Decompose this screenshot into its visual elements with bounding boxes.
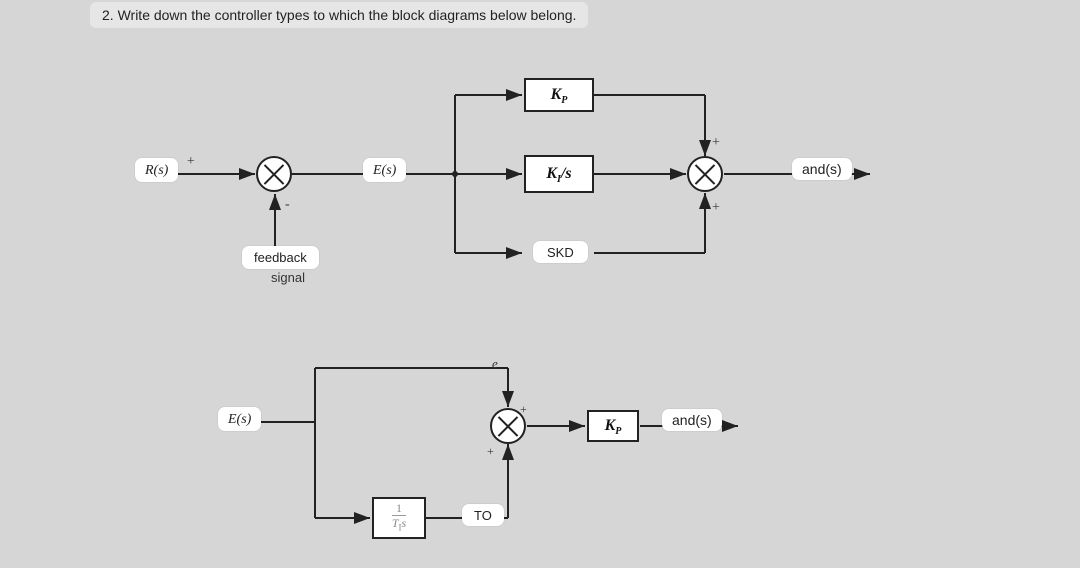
int-den-s: s bbox=[402, 516, 407, 530]
int-den-T: T bbox=[392, 516, 399, 530]
output-label-and-s-2: and(s) bbox=[662, 409, 722, 431]
diagram2-wires bbox=[0, 0, 1080, 568]
diagram-2: E(s) e + + 1 TIs TO KP and(s) bbox=[0, 0, 1080, 568]
block-integrator: 1 TIs bbox=[372, 497, 426, 539]
sum3-plus-bottom: + bbox=[487, 444, 494, 459]
branch-e-label: e bbox=[492, 356, 498, 372]
block-kp-2: KP bbox=[587, 410, 639, 442]
kp2-letter: K bbox=[605, 417, 616, 434]
int-num: 1 bbox=[392, 502, 406, 516]
output-and-s-2-text: and(s) bbox=[672, 412, 712, 428]
sum3-plus-top: + bbox=[520, 402, 527, 417]
to-label: TO bbox=[462, 504, 504, 526]
to-label-text: TO bbox=[474, 508, 492, 523]
input-es-2-text: E(s) bbox=[228, 412, 251, 427]
kp2-sub: P bbox=[615, 426, 621, 437]
input-label-es-2: E(s) bbox=[218, 407, 261, 431]
